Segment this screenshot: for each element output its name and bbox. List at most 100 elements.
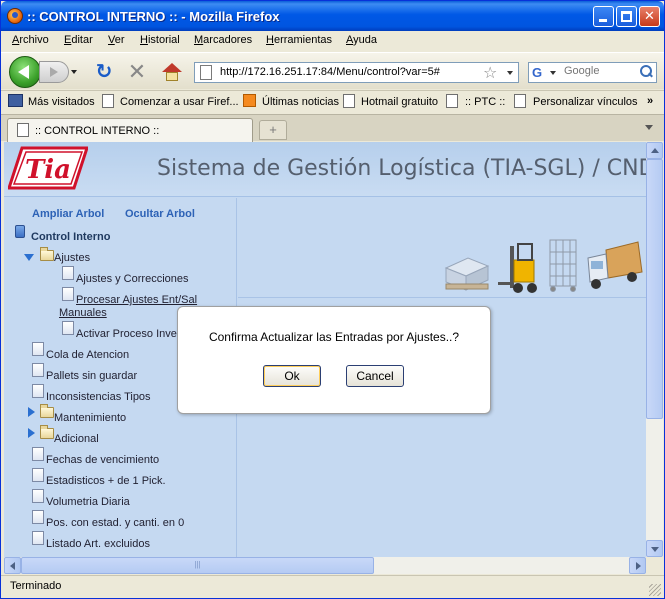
tree-root[interactable]: Control Interno: [31, 231, 110, 243]
status-text: Terminado: [10, 580, 62, 592]
tree-item-estadisticos[interactable]: Estadisticos + de 1 Pick.: [46, 475, 166, 487]
arrow-right-icon: [636, 562, 641, 570]
scroll-right-button[interactable]: [629, 557, 646, 574]
page-icon: [343, 94, 355, 108]
folder-icon: [40, 247, 54, 261]
system-title: Sistema de Gestión Logística (TIA-SGL) /…: [157, 156, 646, 181]
bookmark-ptc[interactable]: :: PTC ::: [465, 96, 505, 108]
maximize-button[interactable]: [616, 6, 637, 27]
pallet-boxes-icon: [444, 257, 490, 291]
stop-icon[interactable]: ✕: [126, 61, 148, 83]
status-bar: Terminado: [1, 575, 664, 598]
search-engine-dropdown-icon[interactable]: [550, 71, 556, 75]
bookmarks-overflow-button[interactable]: »: [647, 95, 653, 107]
document-icon: [32, 531, 44, 545]
document-icon: [62, 266, 74, 280]
menu-herramientas[interactable]: Herramientas: [266, 34, 332, 46]
back-button[interactable]: [9, 56, 41, 88]
tab-strip: :: CONTROL INTERNO :: +: [1, 114, 664, 142]
tree-item-volumetria[interactable]: Volumetria Diaria: [46, 496, 130, 508]
divider-line: [238, 297, 646, 298]
tree-item-adicional[interactable]: Adicional: [54, 433, 99, 445]
expand-arrow-icon[interactable]: [28, 407, 35, 417]
tree-item-mantenimiento[interactable]: Mantenimiento: [54, 412, 126, 424]
scrollbar-corner: [646, 557, 663, 574]
page-banner: Tia Sistema de Gestión Logística (TIA-SG…: [4, 142, 646, 197]
page-icon: [200, 65, 212, 80]
horizontal-scroll-thumb[interactable]: |||: [21, 557, 374, 574]
most-visited-icon: [8, 94, 23, 107]
tree-item-inconsistencias[interactable]: Inconsistencias Tipos: [46, 391, 151, 403]
logistics-illustration: [444, 239, 643, 293]
menu-archivo[interactable]: Archivo: [12, 34, 49, 46]
menu-bar: Archivo Editar Ver Historial Marcadores …: [1, 31, 664, 51]
menu-historial[interactable]: Historial: [140, 34, 180, 46]
tree-item-fechas-vencimiento[interactable]: Fechas de vencimiento: [46, 454, 159, 466]
hide-tree-link[interactable]: Ocultar Arbol: [125, 208, 195, 220]
url-dropdown-icon[interactable]: [507, 71, 513, 75]
page-icon: [446, 94, 458, 108]
vertical-scrollbar[interactable]: [646, 142, 663, 557]
search-input[interactable]: [564, 65, 634, 77]
minimize-button[interactable]: [593, 6, 614, 27]
page-icon: [514, 94, 526, 108]
forward-button[interactable]: [39, 61, 69, 83]
maximize-icon: [621, 11, 632, 22]
tree-item-cola-atencion[interactable]: Cola de Atencion: [46, 349, 129, 361]
scroll-left-button[interactable]: [4, 557, 21, 574]
google-icon[interactable]: G: [532, 65, 547, 80]
expand-tree-link[interactable]: Ampliar Arbol: [32, 208, 104, 220]
tree-item-manuales[interactable]: Manuales: [59, 307, 107, 319]
arrow-down-icon: [651, 547, 659, 552]
document-icon: [32, 363, 44, 377]
dialog-message: Confirma Actualizar las Entradas por Aju…: [208, 330, 460, 344]
title-bar: :: CONTROL INTERNO :: - Mozilla Firefox …: [1, 1, 664, 31]
folder-icon: [40, 425, 54, 439]
url-bar[interactable]: http://172.16.251.17:84/Menu/control?var…: [194, 62, 519, 83]
tab-control-interno[interactable]: :: CONTROL INTERNO ::: [7, 118, 253, 142]
document-icon: [32, 384, 44, 398]
bookmark-comenzar[interactable]: Comenzar a usar Firef...: [120, 96, 239, 108]
tree-item-ajustes[interactable]: Ajustes: [54, 252, 90, 264]
search-icon[interactable]: [638, 64, 654, 80]
resize-grip-icon[interactable]: [649, 584, 661, 596]
bookmark-ultimas-noticias[interactable]: Últimas noticias: [262, 96, 339, 108]
close-button[interactable]: ✕: [639, 6, 660, 27]
forklift-icon: [498, 243, 537, 293]
tia-logo: Tia: [8, 146, 88, 190]
tree-item-activar-proceso[interactable]: Activar Proceso Inve: [76, 328, 177, 340]
cancel-button[interactable]: Cancel: [346, 365, 404, 387]
document-icon: [32, 468, 44, 482]
menu-marcadores[interactable]: Marcadores: [194, 34, 252, 46]
history-dropdown-icon[interactable]: [71, 70, 77, 74]
tree-item-pallets[interactable]: Pallets sin guardar: [46, 370, 137, 382]
document-icon: [62, 287, 74, 301]
search-bar[interactable]: G: [528, 62, 657, 83]
tree-item-listado-excluidos[interactable]: Listado Art. excluidos: [46, 538, 150, 550]
scroll-down-button[interactable]: [646, 540, 663, 557]
bookmark-star-icon[interactable]: ☆: [483, 63, 497, 83]
bookmark-personalizar[interactable]: Personalizar vínculos: [533, 96, 638, 108]
menu-ayuda[interactable]: Ayuda: [346, 34, 377, 46]
ok-button[interactable]: Ok: [263, 365, 321, 387]
tab-list-dropdown-icon[interactable]: [645, 125, 653, 130]
truck-icon: [587, 241, 643, 289]
document-icon: [32, 447, 44, 461]
bookmark-hotmail[interactable]: Hotmail gratuito: [361, 96, 438, 108]
tree-item-procesar-ajustes[interactable]: Procesar Ajustes Ent/Sal: [76, 294, 197, 306]
bookmark-mas-visitados[interactable]: Más visitados: [28, 96, 95, 108]
tree-item-pos-estad[interactable]: Pos. con estad. y canti. en 0: [46, 517, 184, 529]
menu-ver[interactable]: Ver: [108, 34, 125, 46]
new-tab-button[interactable]: +: [259, 120, 287, 140]
vertical-scroll-thumb[interactable]: [646, 159, 663, 419]
arrow-up-icon: [651, 148, 659, 153]
horizontal-scrollbar[interactable]: |||: [4, 557, 646, 574]
home-icon[interactable]: [161, 61, 183, 83]
menu-editar[interactable]: Editar: [64, 34, 93, 46]
reload-icon[interactable]: ↻: [93, 61, 115, 83]
url-text[interactable]: http://172.16.251.17:84/Menu/control?var…: [220, 66, 440, 78]
collapse-arrow-icon[interactable]: [24, 254, 34, 261]
expand-arrow-icon[interactable]: [28, 428, 35, 438]
scroll-up-button[interactable]: [646, 142, 663, 159]
tree-item-ajustes-correcciones[interactable]: Ajustes y Correcciones: [76, 273, 189, 285]
